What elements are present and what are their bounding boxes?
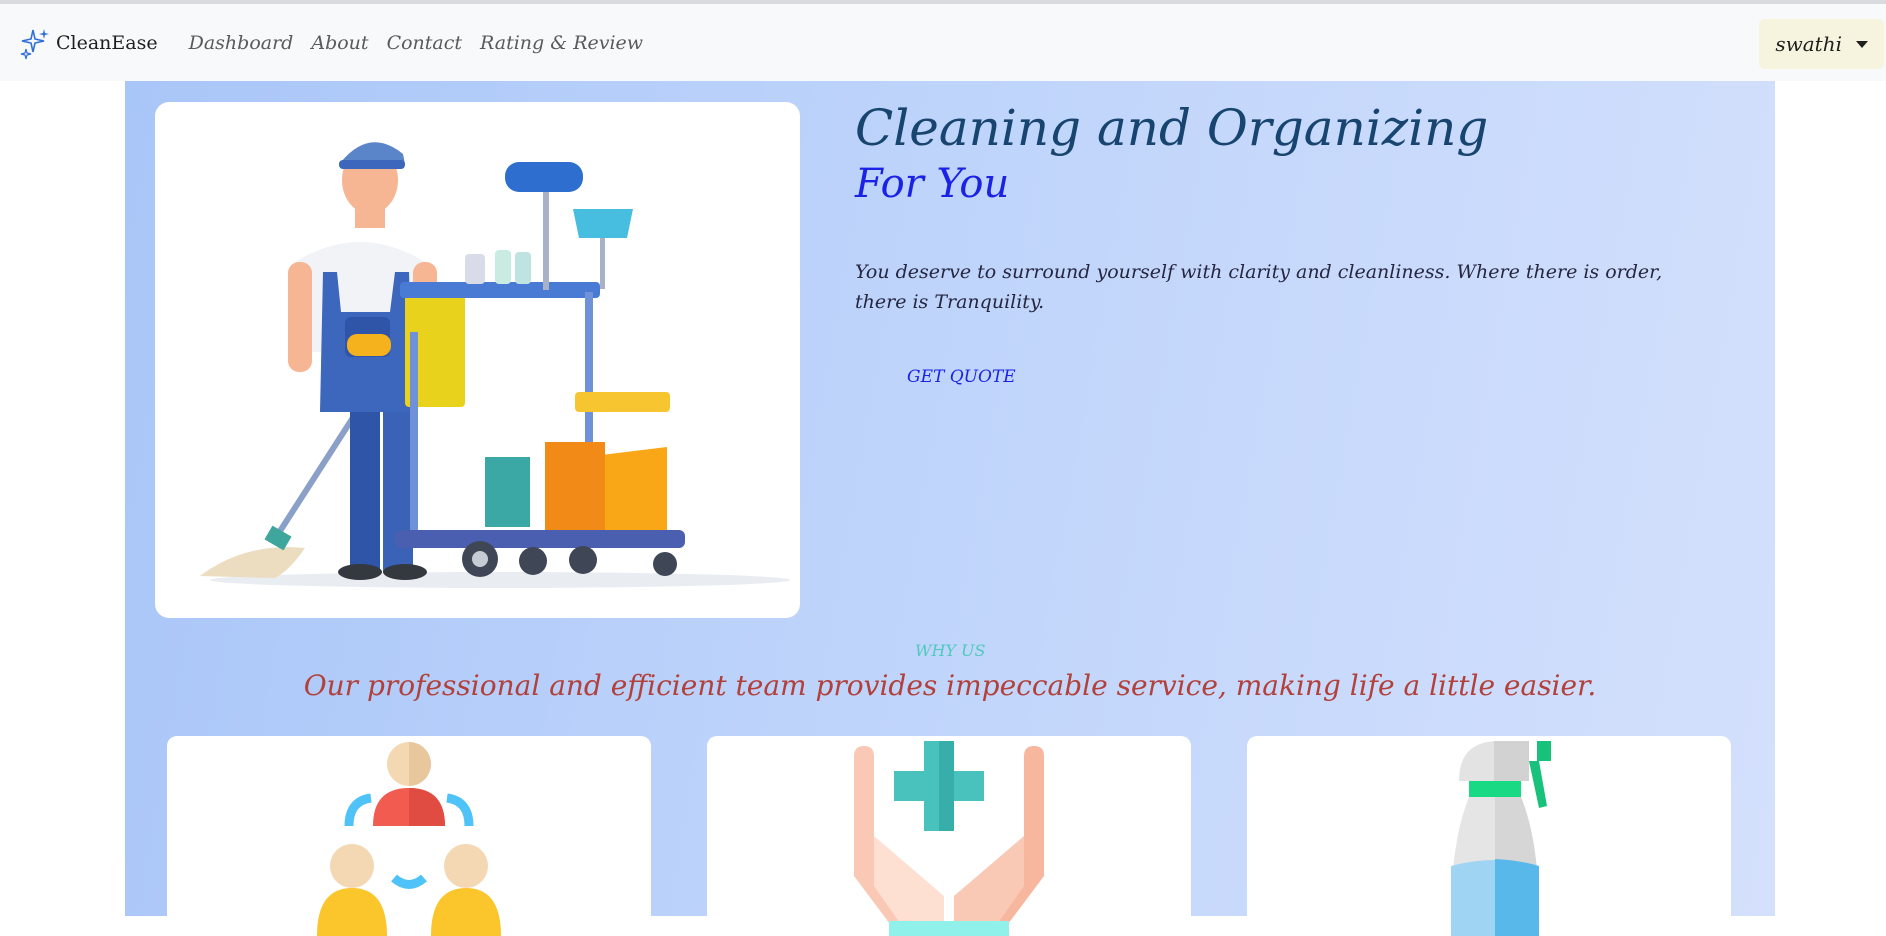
brand-name: CleanEase — [56, 31, 158, 54]
caret-down-icon — [1856, 40, 1868, 48]
brand[interactable]: CleanEase — [18, 26, 158, 60]
sparkle-icon — [20, 28, 49, 59]
nav-link-about[interactable]: About — [311, 32, 368, 54]
hero-image-card — [155, 102, 800, 618]
hero-title: Cleaning and Organizing — [855, 99, 1489, 157]
hero-description: You deserve to surround yourself with cl… — [855, 261, 1663, 313]
user-name: swathi — [1775, 32, 1842, 56]
feature-card-team — [167, 736, 651, 936]
hero-section: Cleaning and Organizing For You You dese… — [125, 81, 1775, 936]
why-us-heading: Our professional and efficient team prov… — [303, 669, 1597, 702]
feature-card-care — [707, 736, 1191, 936]
spray-bottle-icon — [1450, 741, 1551, 936]
user-menu-button[interactable]: swathi — [1759, 19, 1884, 69]
nav-links: Dashboard About Contact Rating & Review — [180, 32, 652, 54]
janitor-illustration — [200, 142, 790, 588]
navbar: CleanEase Dashboard About Contact Rating… — [0, 4, 1886, 81]
why-us-tag: WHY US — [915, 641, 986, 660]
nav-link-dashboard[interactable]: Dashboard — [189, 32, 294, 54]
feature-card-cleaning — [1247, 736, 1731, 936]
hero-subtitle: For You — [855, 161, 1010, 207]
nav-link-contact[interactable]: Contact — [387, 32, 462, 54]
team-people-icon — [317, 742, 501, 936]
hands-medical-cross-icon — [854, 741, 1044, 936]
get-quote-button[interactable]: GET QUOTE — [907, 367, 1016, 387]
nav-link-rating-review[interactable]: Rating & Review — [480, 32, 643, 54]
